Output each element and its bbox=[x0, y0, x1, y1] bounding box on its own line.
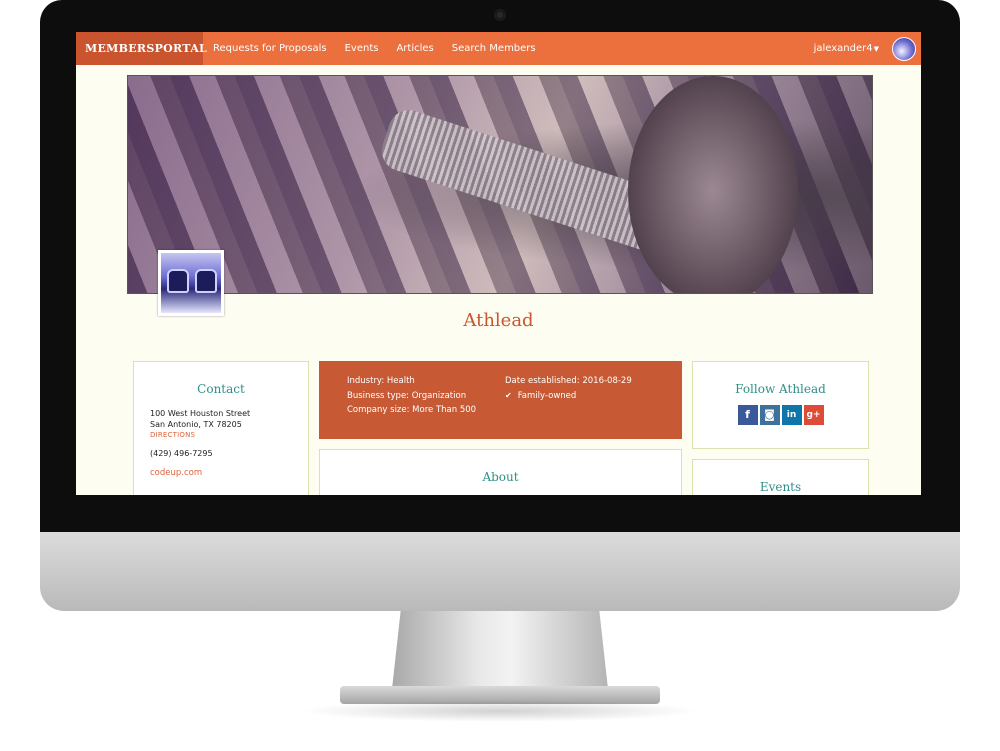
camera-icon bbox=[494, 9, 506, 21]
company-name: Athlead bbox=[463, 310, 534, 331]
top-navbar: MEMBERSPORTAL Requests for Proposals Eve… bbox=[76, 32, 921, 65]
linkedin-icon[interactable]: in bbox=[781, 405, 802, 425]
follow-card: Follow Athlead f ◙ in g+ bbox=[692, 361, 869, 449]
contact-title: Contact bbox=[197, 382, 245, 396]
monitor-stand bbox=[392, 611, 608, 689]
events-card: Events bbox=[692, 459, 869, 495]
company-info-card: Industry: Health Business type: Organiza… bbox=[319, 361, 682, 439]
nav-link-articles[interactable]: Articles bbox=[396, 32, 433, 65]
google-plus-icon[interactable]: g+ bbox=[803, 405, 824, 425]
family-owned: Family-owned bbox=[517, 390, 577, 401]
monitor-chin bbox=[40, 532, 960, 611]
nav-link-requests-for-proposals[interactable]: Requests for Proposals bbox=[213, 32, 327, 65]
shoe-graphic bbox=[167, 269, 189, 293]
address-line-1: 100 West Houston Street bbox=[150, 409, 251, 418]
date-established: Date established: 2016-08-29 bbox=[505, 376, 632, 386]
about-card: About bbox=[319, 449, 682, 495]
address-line-2: San Antonio, TX 78205 bbox=[150, 420, 242, 429]
family-owned-row: ✔ Family-owned bbox=[505, 389, 632, 404]
follow-title: Follow Athlead bbox=[735, 382, 826, 396]
social-icons: f ◙ in g+ bbox=[693, 405, 868, 425]
nav-link-events[interactable]: Events bbox=[345, 32, 379, 65]
shoe-graphic bbox=[195, 269, 217, 293]
screen: MEMBERSPORTAL Requests for Proposals Eve… bbox=[76, 32, 921, 495]
company-logo bbox=[158, 250, 224, 316]
instagram-icon[interactable]: ◙ bbox=[759, 405, 780, 425]
contact-card: Contact 100 West Houston Street San Anto… bbox=[133, 361, 309, 495]
brand-logo[interactable]: MEMBERSPORTAL bbox=[76, 32, 207, 65]
about-title: About bbox=[482, 470, 519, 484]
cover-banner-image bbox=[127, 75, 873, 294]
website-link[interactable]: codeup.com bbox=[150, 468, 292, 478]
company-size: Company size: More Than 500 bbox=[347, 405, 477, 415]
checkmark-icon: ✔ bbox=[505, 390, 512, 400]
nav-links: Requests for Proposals Events Articles S… bbox=[213, 32, 536, 65]
facebook-icon[interactable]: f bbox=[737, 405, 758, 425]
industry: Industry: Health bbox=[347, 376, 415, 386]
nav-link-search-members[interactable]: Search Members bbox=[452, 32, 536, 65]
stand-shadow bbox=[300, 700, 700, 722]
username: jalexander4 bbox=[813, 43, 873, 54]
caret-down-icon: ▼ bbox=[873, 45, 879, 53]
phone-number: (429) 496-7295 bbox=[150, 449, 213, 458]
events-title: Events bbox=[759, 480, 802, 494]
user-menu[interactable]: jalexander4▼ bbox=[814, 32, 879, 66]
directions-link[interactable]: DIRECTIONS bbox=[150, 431, 292, 439]
user-avatar[interactable] bbox=[892, 37, 916, 61]
info-left-column: Industry: Health Business type: Organiza… bbox=[347, 374, 476, 418]
dumbbell-plate-graphic bbox=[628, 76, 798, 293]
business-type: Business type: Organization bbox=[347, 390, 467, 401]
info-right-column: Date established: 2016-08-29 ✔ Family-own… bbox=[505, 374, 632, 403]
